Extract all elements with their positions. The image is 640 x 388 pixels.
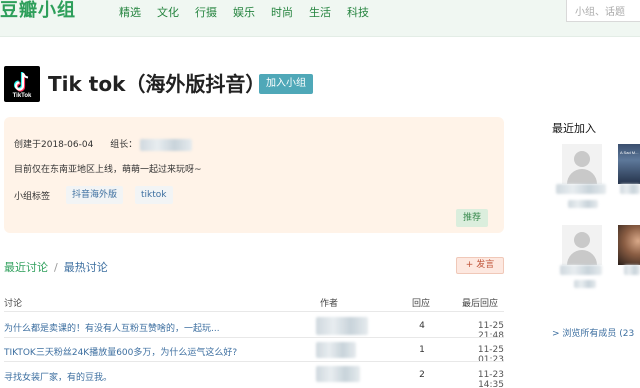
reply-count: 4 (419, 321, 425, 331)
nav-item-fashion[interactable]: 时尚 (271, 4, 311, 20)
last-reply-time: 11-25 21:48 (477, 321, 504, 341)
channel-nav: 精选 文化 行摄 娱乐 时尚 生活 科技 (119, 4, 387, 20)
column-header-topic: 讨论 (4, 299, 23, 309)
group-avatar-label: TikTok (12, 93, 32, 99)
recommend-button[interactable]: 推荐 (456, 209, 488, 227)
column-header-author: 作者 (320, 299, 339, 309)
top-navigation-bar: 豆瓣小组 精选 文化 行摄 娱乐 时尚 生活 科技 小组、话题 (0, 0, 640, 37)
default-avatar-body (567, 169, 597, 184)
tab-latest-discussion[interactable]: 最近讨论 (4, 261, 48, 274)
topic-title-link[interactable]: 寻找女装厂家，有的豆我。 (4, 370, 112, 383)
topic-title-link[interactable]: 为什么都是卖课的！有没有人互粉互赞啥的，一起玩... (4, 321, 220, 334)
column-header-replies: 回应 (412, 299, 431, 309)
author-name-blurred[interactable] (316, 342, 356, 358)
member-name-blurred[interactable] (624, 265, 640, 275)
member-avatar-caption: A Sad M... (620, 150, 639, 155)
nav-item-culture[interactable]: 文化 (157, 4, 197, 20)
author-name-blurred[interactable] (316, 366, 360, 382)
tab-separator: / (54, 261, 58, 274)
topic-title-link[interactable]: TIKTOK三天粉丝24K播放量600多万，为什么运气这么好? (4, 345, 237, 358)
nav-item-life[interactable]: 生活 (309, 4, 349, 20)
browse-all-members-link[interactable]: > 浏览所有成员 (23 (552, 326, 634, 339)
douban-group-logo[interactable]: 豆瓣小组 (0, 0, 76, 24)
new-post-button[interactable]: + 发言 (456, 257, 504, 274)
group-tag[interactable]: tiktok (135, 186, 173, 204)
default-avatar-body (567, 250, 597, 265)
group-description: 目前仅在东南亚地区上线，萌萌一起过来玩呀~ (14, 165, 202, 175)
member-avatar[interactable] (562, 144, 602, 184)
group-meta-line: 创建于2018-06-04 组长： (14, 137, 193, 151)
member-name-blurred[interactable] (620, 184, 640, 194)
member-avatar[interactable] (562, 225, 602, 265)
owner-label: 组长： (110, 140, 138, 150)
discussion-tabs: 最近讨论 / 最热讨论 (4, 259, 108, 275)
search-input[interactable]: 小组、话题 (566, 0, 640, 22)
member-name-blurred[interactable] (556, 184, 606, 194)
column-header-last-reply: 最后回应 (462, 299, 499, 309)
member-name-blurred[interactable] (560, 265, 602, 275)
nav-item-travel[interactable]: 行摄 (195, 4, 235, 20)
group-tag[interactable]: 抖音海外版 (66, 186, 124, 204)
last-reply-time: 11-23 14:35 (477, 370, 504, 388)
group-info-panel (4, 117, 504, 233)
table-divider (4, 361, 504, 362)
member-name-blurred[interactable] (574, 280, 596, 288)
nav-item-entertainment[interactable]: 娱乐 (233, 4, 273, 20)
owner-name-blurred[interactable] (140, 138, 193, 151)
group-tags-label: 小组标签 (14, 192, 51, 202)
last-reply-time: 11-25 01:23 (477, 345, 504, 365)
table-divider (4, 337, 504, 338)
default-avatar-icon (574, 151, 590, 167)
default-avatar-icon (574, 232, 590, 248)
group-title: Tik tok（海外版抖音） (48, 72, 266, 96)
reply-count: 1 (419, 345, 425, 355)
author-name-blurred[interactable] (316, 317, 368, 335)
member-avatar[interactable] (618, 225, 640, 265)
member-avatar[interactable]: A Sad M... (618, 144, 640, 184)
table-divider (4, 311, 504, 312)
recent-members-title: 最近加入 (552, 122, 596, 135)
nav-item-tech[interactable]: 科技 (347, 4, 387, 20)
tab-hot-discussion[interactable]: 最热讨论 (64, 261, 108, 274)
group-avatar: TikTok (4, 66, 40, 102)
created-date: 创建于2018-06-04 (14, 140, 94, 150)
join-group-button[interactable]: 加入小组 (259, 74, 313, 94)
nav-item-featured[interactable]: 精选 (119, 4, 159, 20)
member-name-blurred[interactable] (568, 200, 598, 208)
reply-count: 2 (419, 370, 425, 380)
